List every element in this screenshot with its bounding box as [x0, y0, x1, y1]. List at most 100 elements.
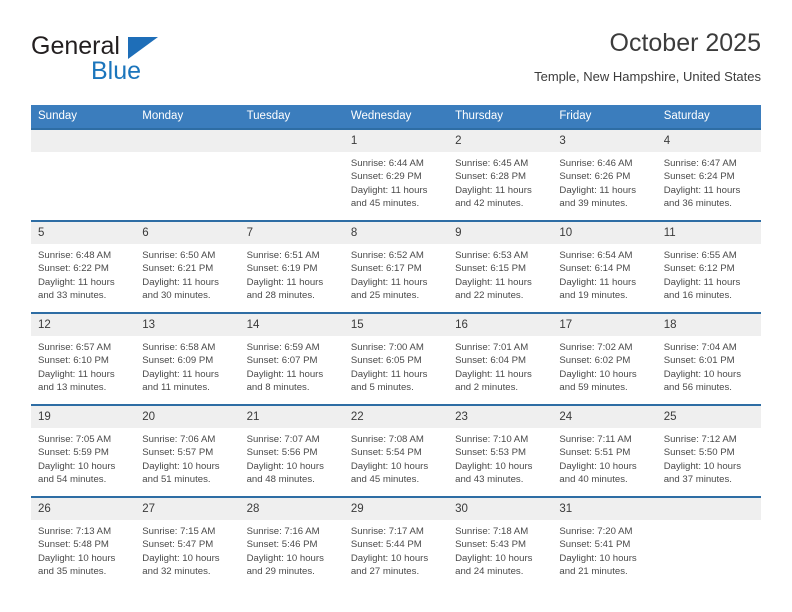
calendar-day-cell-empty	[656, 496, 761, 588]
calendar-day-cell-empty	[135, 128, 240, 221]
calendar-day-cell-empty	[239, 128, 344, 221]
daylight-text: Daylight: 11 hours and 45 minutes.	[350, 184, 428, 209]
sunset-text: Sunset: 6:24 PM	[663, 171, 735, 183]
sunrise-text: Sunrise: 6:51 AM	[246, 250, 320, 261]
sunrise-text: Sunrise: 6:54 AM	[559, 250, 633, 261]
calendar-day-cell[interactable]: 30 Sunrise: 7:18 AM Sunset: 5:43 PM Dayligh…	[448, 496, 553, 588]
calendar-day-cell[interactable]: 14 Sunrise: 6:59 AM Sunset: 6:07 PM Dayligh…	[239, 312, 344, 405]
day-cell-inner: 20 Sunrise: 7:06 AM Sunset: 5:57 PM Dayligh…	[135, 406, 240, 496]
day-details: Sunrise: 6:59 AM Sunset: 6:07 PM Daylight:…	[240, 336, 344, 394]
calendar-day-cell[interactable]: 6 Sunrise: 6:50 AM Sunset: 6:21 PM Daylight…	[135, 220, 240, 313]
sunrise-text: Sunrise: 6:47 AM	[663, 158, 737, 169]
day-cell-inner: 8 Sunrise: 6:52 AM Sunset: 6:17 PM Daylight…	[343, 222, 449, 312]
calendar-day-cell[interactable]: 18 Sunrise: 7:04 AM Sunset: 6:01 PM Dayligh…	[656, 312, 761, 405]
title-block: October 2025 Temple, New Hampshire, Unit…	[241, 28, 761, 86]
sunrise-text: Sunrise: 6:57 AM	[38, 342, 112, 353]
daylight-text: Daylight: 10 hours and 56 minutes.	[663, 368, 742, 393]
calendar-day-cell[interactable]: 31 Sunrise: 7:20 AM Sunset: 5:41 PM Dayligh…	[552, 496, 657, 588]
day-cell-inner: 31 Sunrise: 7:20 AM Sunset: 5:41 PM Dayligh…	[552, 498, 657, 588]
sunrise-text: Sunrise: 6:45 AM	[455, 158, 529, 169]
calendar-day-cell[interactable]: 2 Sunrise: 6:45 AM Sunset: 6:28 PM Daylight…	[448, 128, 553, 221]
day-cell-inner: 3 Sunrise: 6:46 AM Sunset: 6:26 PM Daylight…	[552, 130, 657, 220]
logo-text-blue: Blue	[91, 57, 142, 85]
day-number: 15	[343, 314, 449, 336]
day-cell-inner: 26 Sunrise: 7:13 AM Sunset: 5:48 PM Dayligh…	[31, 498, 136, 588]
day-cell-inner: 10 Sunrise: 6:54 AM Sunset: 6:14 PM Dayligh…	[552, 222, 657, 312]
calendar-week-row: 5 Sunrise: 6:48 AM Sunset: 6:22 PM Daylight…	[31, 220, 761, 313]
calendar-day-cell[interactable]: 12 Sunrise: 6:57 AM Sunset: 6:10 PM Dayligh…	[31, 312, 136, 405]
day-details: Sunrise: 7:11 AM Sunset: 5:51 PM Daylight:…	[552, 428, 656, 486]
daylight-text: Daylight: 11 hours and 11 minutes.	[142, 368, 219, 393]
calendar-day-cell[interactable]: 8 Sunrise: 6:52 AM Sunset: 6:17 PM Daylight…	[343, 220, 449, 313]
generalblue-logo[interactable]: General Blue	[31, 32, 261, 94]
logo-triangle-icon	[128, 37, 158, 59]
calendar-day-cell[interactable]: 15 Sunrise: 7:00 AM Sunset: 6:05 PM Dayligh…	[343, 312, 449, 405]
day-details: Sunrise: 7:17 AM Sunset: 5:44 PM Daylight:…	[344, 520, 448, 578]
sunset-text: Sunset: 5:46 PM	[246, 539, 318, 551]
calendar-day-cell[interactable]: 27 Sunrise: 7:15 AM Sunset: 5:47 PM Dayligh…	[135, 496, 240, 588]
day-cell-inner: 27 Sunrise: 7:15 AM Sunset: 5:47 PM Dayligh…	[135, 498, 240, 588]
day-cell-inner: 7 Sunrise: 6:51 AM Sunset: 6:19 PM Daylight…	[239, 222, 344, 312]
calendar-day-cell[interactable]: 13 Sunrise: 6:58 AM Sunset: 6:09 PM Dayligh…	[135, 312, 240, 405]
sunset-text: Sunset: 5:51 PM	[559, 447, 631, 459]
calendar-day-cell[interactable]: 26 Sunrise: 7:13 AM Sunset: 5:48 PM Dayligh…	[31, 496, 136, 588]
day-number: 29	[343, 498, 449, 520]
calendar-day-cell[interactable]: 25 Sunrise: 7:12 AM Sunset: 5:50 PM Dayligh…	[656, 404, 761, 497]
calendar-day-cell[interactable]: 5 Sunrise: 6:48 AM Sunset: 6:22 PM Daylight…	[31, 220, 136, 313]
sunrise-text: Sunrise: 7:15 AM	[142, 526, 216, 537]
weekday-header-monday: Monday	[135, 105, 240, 129]
sunset-text: Sunset: 5:48 PM	[38, 539, 109, 551]
sunrise-text: Sunrise: 7:16 AM	[246, 526, 320, 537]
sunrise-text: Sunrise: 7:06 AM	[142, 434, 216, 445]
day-number: 11	[656, 222, 761, 244]
calendar-day-cell[interactable]: 4 Sunrise: 6:47 AM Sunset: 6:24 PM Daylight…	[656, 128, 761, 221]
calendar-day-cell[interactable]: 3 Sunrise: 6:46 AM Sunset: 6:26 PM Daylight…	[552, 128, 657, 221]
calendar-day-cell[interactable]: 1 Sunrise: 6:44 AM Sunset: 6:29 PM Daylight…	[343, 128, 449, 221]
calendar-day-cell-empty	[31, 128, 136, 221]
day-number: 13	[135, 314, 240, 336]
daylight-text: Daylight: 11 hours and 33 minutes.	[38, 276, 115, 301]
page-title: October 2025	[609, 29, 762, 57]
calendar-day-cell[interactable]: 19 Sunrise: 7:05 AM Sunset: 5:59 PM Dayligh…	[31, 404, 136, 497]
calendar-day-cell[interactable]: 29 Sunrise: 7:17 AM Sunset: 5:44 PM Dayligh…	[343, 496, 449, 588]
day-cell-inner: 15 Sunrise: 7:00 AM Sunset: 6:05 PM Dayligh…	[343, 314, 449, 404]
day-number: 24	[552, 406, 657, 428]
day-cell-inner: 16 Sunrise: 7:01 AM Sunset: 6:04 PM Dayligh…	[448, 314, 553, 404]
day-cell-inner: 18 Sunrise: 7:04 AM Sunset: 6:01 PM Dayligh…	[656, 314, 761, 404]
sunset-text: Sunset: 6:17 PM	[350, 263, 422, 275]
sunset-text: Sunset: 5:56 PM	[246, 447, 318, 459]
calendar-day-cell[interactable]: 23 Sunrise: 7:10 AM Sunset: 5:53 PM Dayligh…	[448, 404, 553, 497]
calendar-day-cell[interactable]: 10 Sunrise: 6:54 AM Sunset: 6:14 PM Dayligh…	[552, 220, 657, 313]
sunset-text: Sunset: 6:07 PM	[246, 355, 318, 367]
sunset-text: Sunset: 5:57 PM	[142, 447, 214, 459]
day-details: Sunrise: 7:01 AM Sunset: 6:04 PM Daylight:…	[448, 336, 552, 394]
day-number: 3	[552, 130, 657, 152]
calendar-day-cell[interactable]: 21 Sunrise: 7:07 AM Sunset: 5:56 PM Dayligh…	[239, 404, 344, 497]
day-cell-inner: 6 Sunrise: 6:50 AM Sunset: 6:21 PM Daylight…	[135, 222, 240, 312]
logo-text-general: General	[31, 32, 120, 60]
daylight-text: Daylight: 11 hours and 22 minutes.	[455, 276, 532, 301]
day-number	[31, 130, 136, 152]
sunset-text: Sunset: 6:29 PM	[350, 171, 422, 183]
day-details: Sunrise: 7:02 AM Sunset: 6:02 PM Daylight:…	[552, 336, 656, 394]
calendar-day-cell[interactable]: 22 Sunrise: 7:08 AM Sunset: 5:54 PM Dayligh…	[343, 404, 449, 497]
daylight-text: Daylight: 10 hours and 54 minutes.	[38, 460, 116, 485]
calendar-day-cell[interactable]: 24 Sunrise: 7:11 AM Sunset: 5:51 PM Dayligh…	[552, 404, 657, 497]
calendar-day-cell[interactable]: 9 Sunrise: 6:53 AM Sunset: 6:15 PM Daylight…	[448, 220, 553, 313]
calendar-day-cell[interactable]: 11 Sunrise: 6:55 AM Sunset: 6:12 PM Dayligh…	[656, 220, 761, 313]
sunset-text: Sunset: 6:09 PM	[142, 355, 214, 367]
daylight-text: Daylight: 10 hours and 35 minutes.	[38, 552, 116, 577]
weekday-header-row: Sunday Monday Tuesday Wednesday Thursday…	[31, 105, 761, 129]
sunset-text: Sunset: 5:44 PM	[350, 539, 422, 551]
calendar-day-cell[interactable]: 20 Sunrise: 7:06 AM Sunset: 5:57 PM Dayligh…	[135, 404, 240, 497]
calendar-day-cell[interactable]: 16 Sunrise: 7:01 AM Sunset: 6:04 PM Dayligh…	[448, 312, 553, 405]
calendar-day-cell[interactable]: 28 Sunrise: 7:16 AM Sunset: 5:46 PM Dayligh…	[239, 496, 344, 588]
calendar-day-cell[interactable]: 17 Sunrise: 7:02 AM Sunset: 6:02 PM Dayligh…	[552, 312, 657, 405]
day-number: 28	[239, 498, 344, 520]
daylight-text: Daylight: 10 hours and 27 minutes.	[350, 552, 429, 577]
day-number: 12	[31, 314, 136, 336]
day-number: 27	[135, 498, 240, 520]
day-number: 31	[552, 498, 657, 520]
calendar-day-cell[interactable]: 7 Sunrise: 6:51 AM Sunset: 6:19 PM Daylight…	[239, 220, 344, 313]
sunrise-text: Sunrise: 7:01 AM	[455, 342, 529, 353]
